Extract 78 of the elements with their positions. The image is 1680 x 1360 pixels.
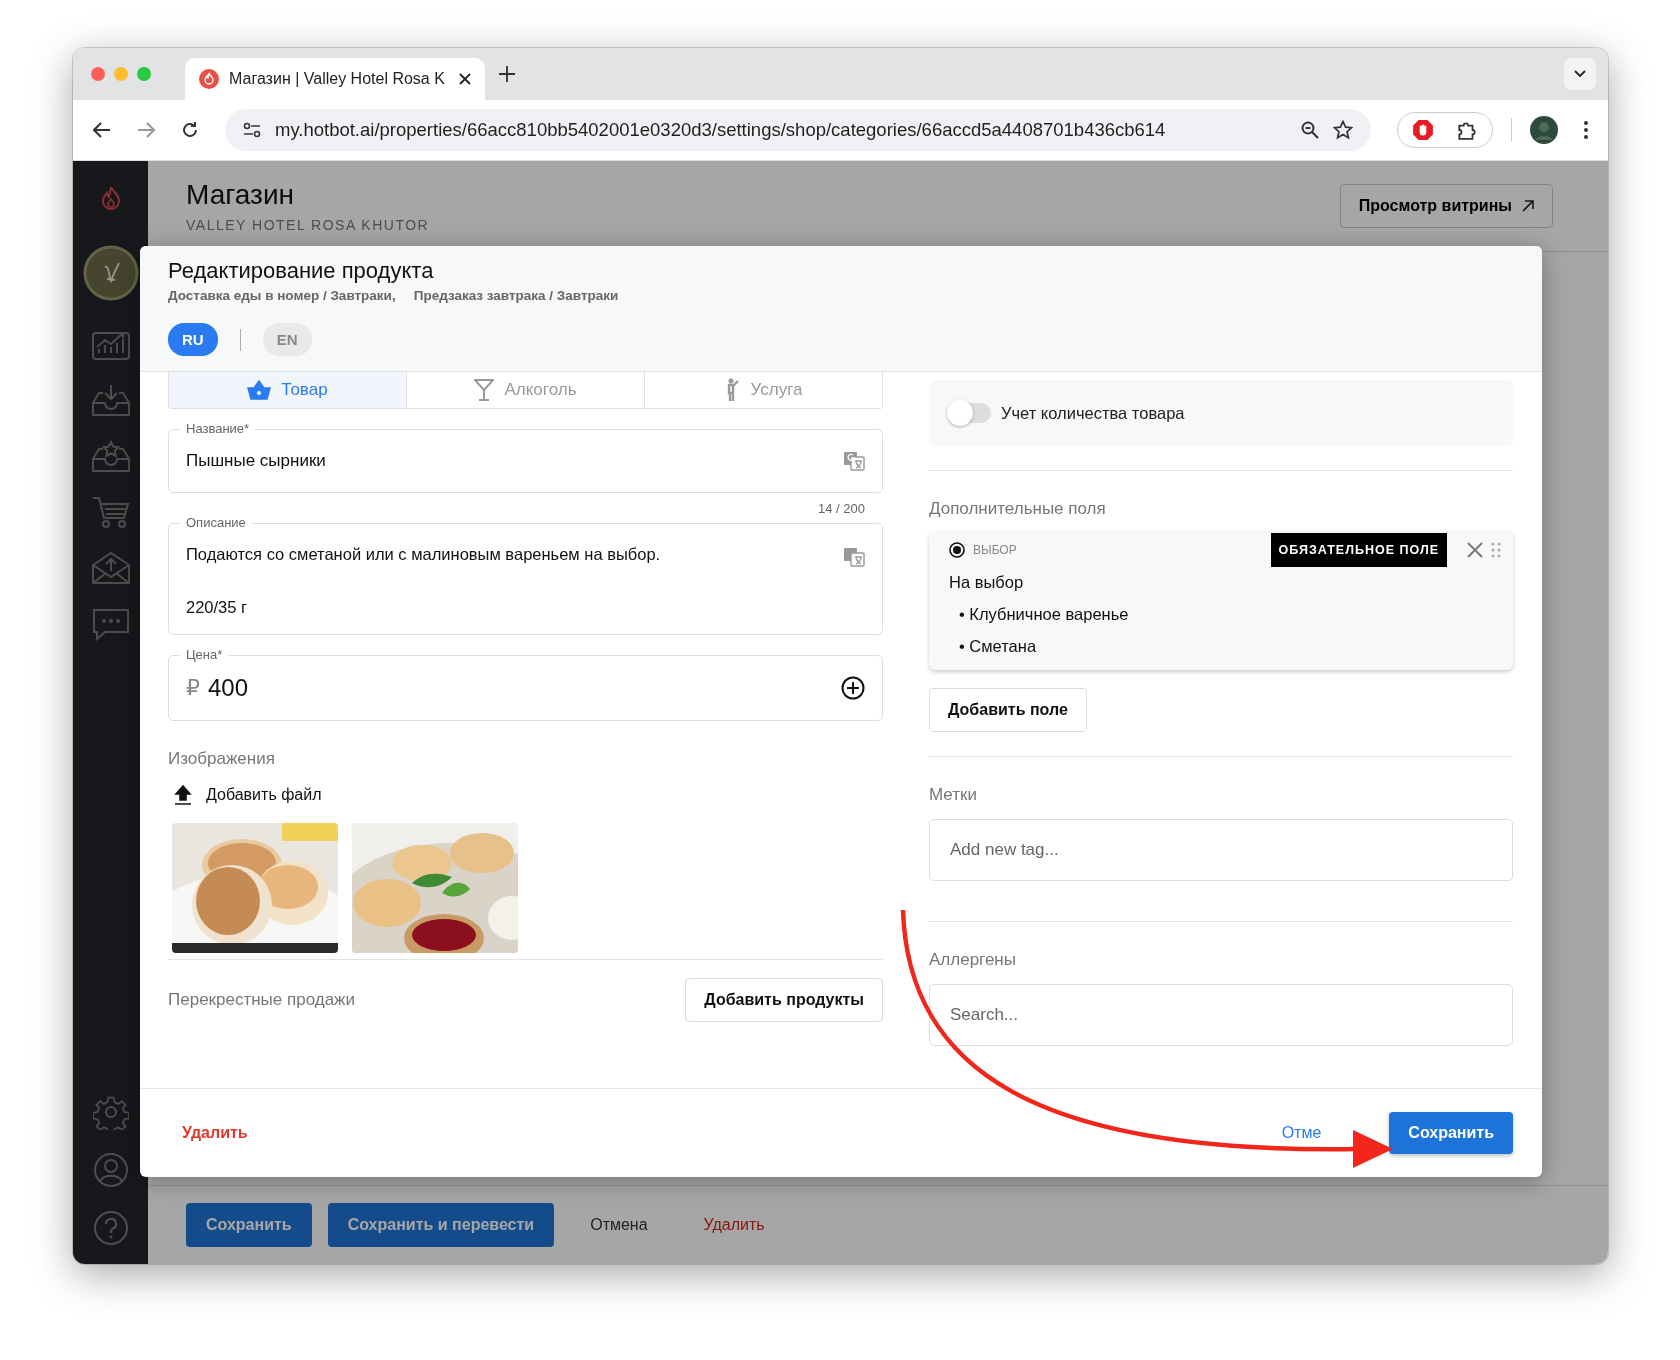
delete-link[interactable]: Удалить xyxy=(176,1123,254,1143)
flame-icon xyxy=(199,69,219,89)
zoom-icon[interactable] xyxy=(1301,121,1319,139)
envelope-upload-icon[interactable] xyxy=(90,551,131,585)
delete-button[interactable]: Удалить xyxy=(683,1203,785,1247)
add-field-button[interactable]: Добавить поле xyxy=(929,688,1087,732)
description-text: 220/35 г xyxy=(186,598,249,617)
section-title: Изображения xyxy=(168,749,276,769)
inbox-download-icon[interactable] xyxy=(90,383,131,417)
view-storefront-button[interactable]: Просмотр витрины xyxy=(1339,184,1553,228)
drag-handle-icon[interactable] xyxy=(1491,542,1501,558)
field-name: На выбор xyxy=(949,573,1025,592)
chat-icon[interactable] xyxy=(90,607,131,641)
page-title: Магазин xyxy=(186,179,295,211)
add-circle-icon[interactable] xyxy=(841,676,865,700)
help-icon[interactable] xyxy=(92,1210,129,1246)
new-tab-icon[interactable] xyxy=(499,66,515,82)
close-icon[interactable] xyxy=(459,73,471,85)
description-field[interactable]: Описание Подаются со сметаной или с малиновым вареньем на выбор. 220/35 г xyxy=(168,514,883,635)
user-icon[interactable] xyxy=(92,1152,129,1188)
currency-symbol: ₽ xyxy=(186,675,200,701)
back-icon[interactable] xyxy=(93,122,111,138)
toggle-label: Учет количества товара xyxy=(1001,403,1185,423)
address-bar[interactable]: my.hotbot.ai/properties/66acc810bb5402001e0320d3/settings/shop/categories/66accd5a4408701b436cb614 xyxy=(225,109,1371,151)
option-item: • Клубничное варенье xyxy=(959,605,1130,624)
translate-icon[interactable] xyxy=(843,547,865,567)
cart-icon[interactable] xyxy=(90,495,131,529)
external-link-icon xyxy=(1522,200,1534,212)
save-button[interactable]: Сохранить xyxy=(186,1203,312,1247)
section-title: Аллергены xyxy=(929,950,1017,970)
site-settings-icon[interactable] xyxy=(243,122,261,138)
star-icon[interactable] xyxy=(1333,120,1353,140)
hotel-avatar[interactable] xyxy=(82,245,139,301)
dialog-title: Редактирование продукта xyxy=(168,258,435,284)
settings-icon[interactable] xyxy=(92,1094,129,1130)
reload-icon[interactable] xyxy=(181,121,199,139)
cocktail-glass-icon xyxy=(474,379,495,401)
character-counter: 14 / 200 xyxy=(817,501,865,516)
price-value: 400 xyxy=(208,674,249,702)
section-title: Метки xyxy=(929,785,978,805)
tab-list-button[interactable] xyxy=(1564,58,1596,90)
category-breadcrumb: Доставка еды в номер / Завтраки, xyxy=(168,288,396,303)
cross-sell-label: Перекрестные продажи xyxy=(168,990,355,1010)
allergen-search-field[interactable]: Search... xyxy=(929,984,1513,1046)
required-badge: ОБЯЗАТЕЛЬНОЕ ПОЛЕ xyxy=(1270,533,1447,567)
add-products-button[interactable]: Добавить продукты xyxy=(685,978,883,1022)
translate-icon[interactable] xyxy=(843,451,865,471)
language-tab[interactable]: EN xyxy=(262,323,312,356)
hotel-name: VALLEY HOTEL ROSA KHUTOR xyxy=(186,217,430,233)
chevron-down-icon xyxy=(1574,70,1586,78)
name-value: Пышные сырники xyxy=(186,450,326,472)
radio-icon xyxy=(949,542,965,558)
category-breadcrumb: Предзаказ завтрака / Завтраки xyxy=(413,288,619,303)
save-button[interactable]: Сохранить xyxy=(1389,1112,1513,1154)
inbox-star-icon[interactable] xyxy=(90,439,131,473)
more-icon[interactable] xyxy=(1584,121,1588,139)
option-item: • Сметана xyxy=(959,637,1038,656)
close-window-button[interactable] xyxy=(91,67,105,81)
maximize-window-button[interactable] xyxy=(137,67,151,81)
tag-input[interactable]: Add new tag... xyxy=(929,819,1513,881)
basket-icon xyxy=(247,380,272,400)
section-title: Дополнительные поля xyxy=(929,499,1107,519)
cancel-link[interactable]: Отме xyxy=(1275,1123,1328,1143)
stop-sign-icon[interactable] xyxy=(1412,119,1434,141)
add-file-button[interactable]: Добавить файл xyxy=(168,785,328,805)
price-field[interactable]: Цена* ₽ 400 xyxy=(168,646,883,721)
forward-icon[interactable] xyxy=(137,122,155,138)
upload-icon xyxy=(174,785,192,805)
toggle-switch[interactable] xyxy=(949,403,991,423)
name-field[interactable]: Название* Пышные сырники xyxy=(168,420,883,493)
profile-avatar[interactable] xyxy=(1530,116,1558,144)
description-text: Подаются со сметаной или с малиновым вареньем на выбор. xyxy=(186,545,661,564)
cancel-button[interactable]: Отмена xyxy=(570,1203,668,1247)
field-type-label: ВЫБОР xyxy=(973,543,1017,557)
language-tab[interactable]: RU xyxy=(168,323,218,356)
product-type-tab[interactable]: Товар xyxy=(169,372,407,408)
save-button[interactable]: Сохранить и перевести xyxy=(327,1203,555,1247)
browser-tab[interactable]: Магазин | Valley Hotel Rosa K xyxy=(185,58,485,100)
